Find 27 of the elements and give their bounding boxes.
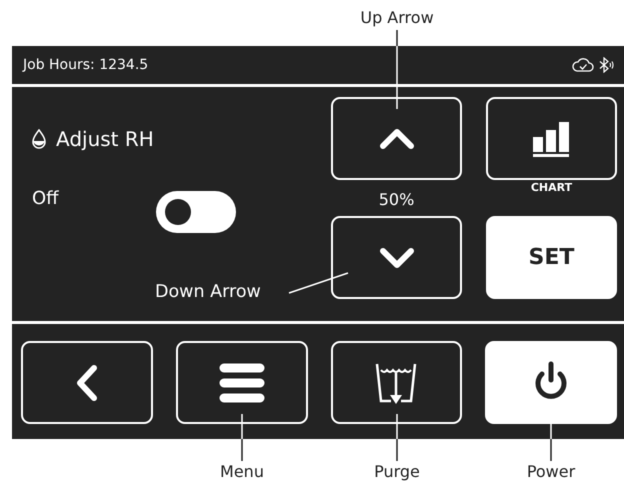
callout-label: Menu <box>220 462 264 481</box>
callout-label: Up Arrow <box>360 8 434 27</box>
toggle-label: Off <box>32 188 60 209</box>
callout-label: Purge <box>374 462 420 481</box>
bluetooth-icon <box>598 57 614 73</box>
purge-button[interactable] <box>330 341 462 424</box>
setpoint-reading: 50% <box>378 189 414 211</box>
chevron-up-icon <box>378 128 414 150</box>
power-button[interactable] <box>485 341 617 424</box>
chevron-left-icon <box>74 364 99 402</box>
drop-icon <box>32 128 46 148</box>
cloud-check-icon <box>572 57 594 73</box>
menu-icon <box>218 362 265 402</box>
back-button[interactable] <box>21 341 153 424</box>
toggle-switch[interactable] <box>156 191 236 233</box>
mode-title: Adjust RH <box>56 126 154 150</box>
callout-label: Down Arrow <box>155 282 261 302</box>
chevron-down-icon <box>378 246 414 268</box>
chart-label: CHART <box>530 180 572 195</box>
callout-label: Power <box>526 462 576 481</box>
menu-button[interactable] <box>176 341 308 424</box>
down-arrow-button[interactable] <box>331 216 462 299</box>
leader-line <box>288 272 348 294</box>
up-arrow-button[interactable] <box>331 97 462 180</box>
job-hours: Job Hours: 1234.5 <box>23 57 148 73</box>
set-button[interactable]: SET <box>486 216 617 299</box>
chart-button[interactable] <box>486 97 617 180</box>
